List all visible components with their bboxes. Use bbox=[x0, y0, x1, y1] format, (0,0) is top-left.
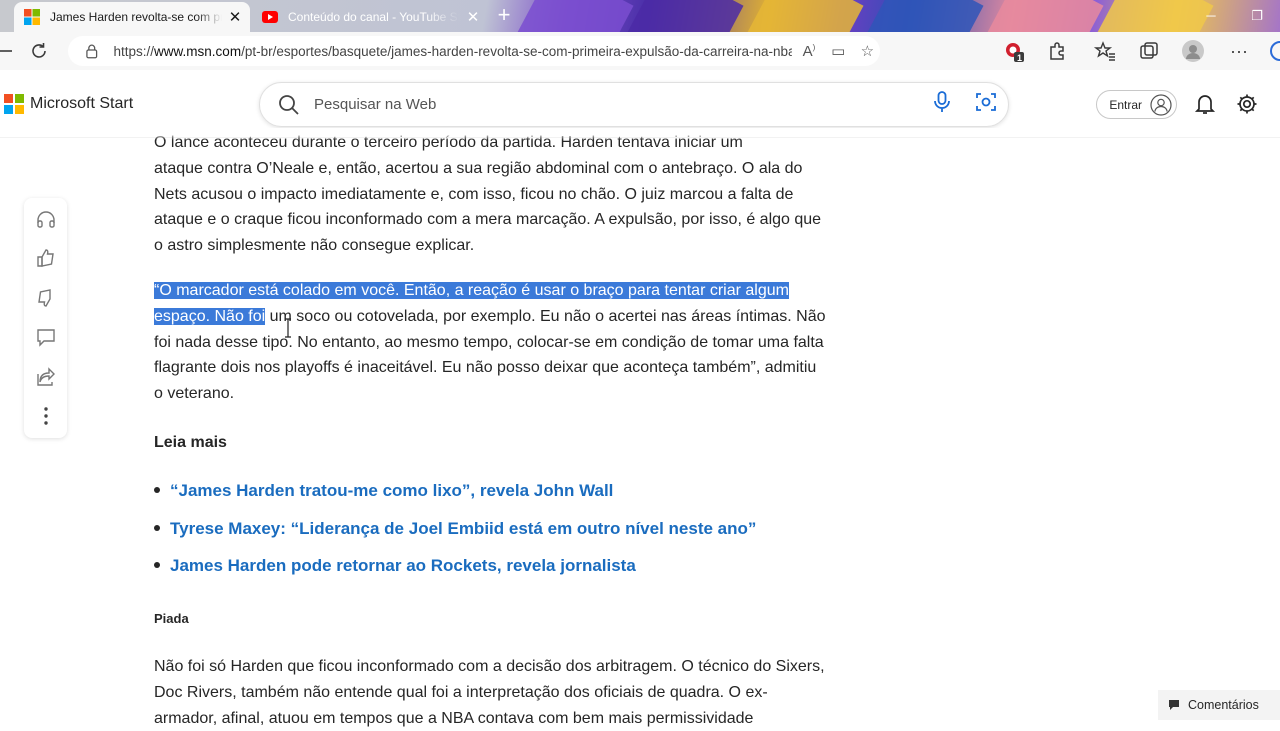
tab-youtube-studio[interactable]: Conteúdo do canal - YouTube Studio ✕ bbox=[252, 2, 488, 32]
related-link[interactable]: James Harden pode retornar ao Rockets, r… bbox=[154, 553, 756, 591]
tab-title: James Harden revolta-se com primeira exp… bbox=[50, 10, 222, 24]
sign-in-label: Entrar bbox=[1109, 97, 1142, 112]
comments-button[interactable]: Comentários bbox=[1158, 690, 1280, 720]
comment-icon bbox=[1169, 700, 1179, 710]
tab-msn-article[interactable]: James Harden revolta-se com primeira exp… bbox=[14, 2, 250, 32]
background-shape bbox=[746, 0, 864, 32]
comment-icon[interactable] bbox=[35, 326, 57, 348]
dislike-icon[interactable] bbox=[35, 287, 57, 309]
tab-title: Conteúdo do canal - YouTube Studio bbox=[288, 10, 460, 24]
back-icon[interactable] bbox=[0, 39, 18, 63]
background-shape bbox=[986, 0, 1104, 32]
lock-icon[interactable] bbox=[84, 43, 100, 59]
minimize-icon[interactable]: ─ bbox=[1188, 0, 1234, 32]
copilot-icon[interactable] bbox=[1266, 39, 1280, 63]
microsoft-start-logo[interactable]: Microsoft Start bbox=[4, 94, 133, 114]
microphone-icon[interactable] bbox=[920, 91, 964, 118]
microsoft-icon bbox=[24, 9, 40, 25]
settings-more-icon[interactable]: ··· bbox=[1227, 39, 1251, 63]
notifications-bell-icon[interactable] bbox=[1194, 93, 1216, 120]
youtube-icon bbox=[262, 11, 278, 23]
settings-gear-icon[interactable] bbox=[1236, 93, 1258, 120]
article-quote-paragraph: “O marcador está colado em você. Então, … bbox=[154, 278, 826, 407]
url-text[interactable]: https://www.msn.com/pt-br/esportes/basqu… bbox=[114, 44, 793, 59]
immersive-reader-icon[interactable]: ▭ bbox=[826, 42, 851, 60]
background-shape bbox=[516, 0, 634, 32]
search-icon bbox=[279, 94, 299, 115]
close-tab-icon[interactable]: ✕ bbox=[226, 8, 244, 26]
visual-search-icon[interactable] bbox=[964, 91, 1008, 118]
like-icon[interactable] bbox=[35, 247, 57, 269]
brand-name: Microsoft Start bbox=[30, 95, 134, 112]
url-path: /pt-br/esportes/basquete/james-harden-re… bbox=[241, 43, 793, 59]
new-tab-button[interactable]: + bbox=[492, 4, 516, 27]
address-bar[interactable]: https://www.msn.com/pt-br/esportes/basqu… bbox=[68, 36, 880, 66]
browser-tab-strip: James Harden revolta-se com primeira exp… bbox=[0, 0, 1280, 32]
refresh-icon[interactable] bbox=[27, 39, 51, 63]
microsoft-icon bbox=[4, 94, 24, 114]
web-search-box[interactable]: Pesquisar na Web bbox=[259, 82, 1009, 127]
related-links-list: “James Harden tratou-me como lixo”, reve… bbox=[154, 478, 756, 591]
window-controls: ─ ❐ bbox=[1188, 0, 1280, 32]
sign-in-button[interactable]: Entrar bbox=[1096, 90, 1177, 119]
restore-icon[interactable]: ❐ bbox=[1234, 0, 1280, 32]
header-shadow bbox=[0, 128, 1280, 140]
url-scheme: https:// bbox=[113, 43, 155, 59]
headphones-icon[interactable] bbox=[35, 208, 57, 230]
article-action-rail bbox=[24, 198, 67, 438]
background-shape bbox=[626, 0, 744, 32]
text-cursor-icon bbox=[285, 318, 291, 338]
related-link[interactable]: Tyrese Maxey: “Liderança de Joel Embiid … bbox=[154, 516, 756, 554]
extension-icon[interactable]: 1 bbox=[1002, 39, 1026, 63]
search-input[interactable]: Pesquisar na Web bbox=[314, 96, 920, 113]
read-aloud-icon[interactable]: A) bbox=[796, 43, 821, 60]
related-link[interactable]: “James Harden tratou-me como lixo”, reve… bbox=[154, 478, 756, 516]
profile-avatar[interactable] bbox=[1181, 39, 1205, 63]
article-paragraph: Não foi só Harden que ficou inconformado… bbox=[154, 658, 825, 727]
add-favorite-icon[interactable]: ☆ bbox=[855, 42, 880, 60]
article-paragraph: O lance aconteceu durante o terceiro per… bbox=[154, 130, 826, 259]
extension-badge: 1 bbox=[1017, 53, 1023, 63]
comments-label: Comentários bbox=[1188, 698, 1259, 712]
share-icon[interactable] bbox=[35, 366, 57, 388]
user-icon bbox=[1150, 93, 1172, 116]
read-more-heading: Leia mais bbox=[154, 434, 227, 451]
browser-toolbar: https://www.msn.com/pt-br/esportes/basqu… bbox=[0, 32, 1280, 70]
extensions-puzzle-icon[interactable] bbox=[1045, 39, 1069, 63]
article-paragraph-text: ataque contra O’Neale e, então, acertou … bbox=[154, 159, 822, 255]
close-tab-icon[interactable]: ✕ bbox=[464, 8, 482, 26]
background-shape bbox=[866, 0, 984, 32]
favorites-icon[interactable] bbox=[1093, 39, 1117, 63]
url-host: www.msn.com bbox=[154, 43, 242, 59]
collections-icon[interactable] bbox=[1137, 39, 1161, 63]
section-heading: Piada bbox=[154, 611, 189, 626]
more-options-icon[interactable] bbox=[35, 405, 57, 427]
